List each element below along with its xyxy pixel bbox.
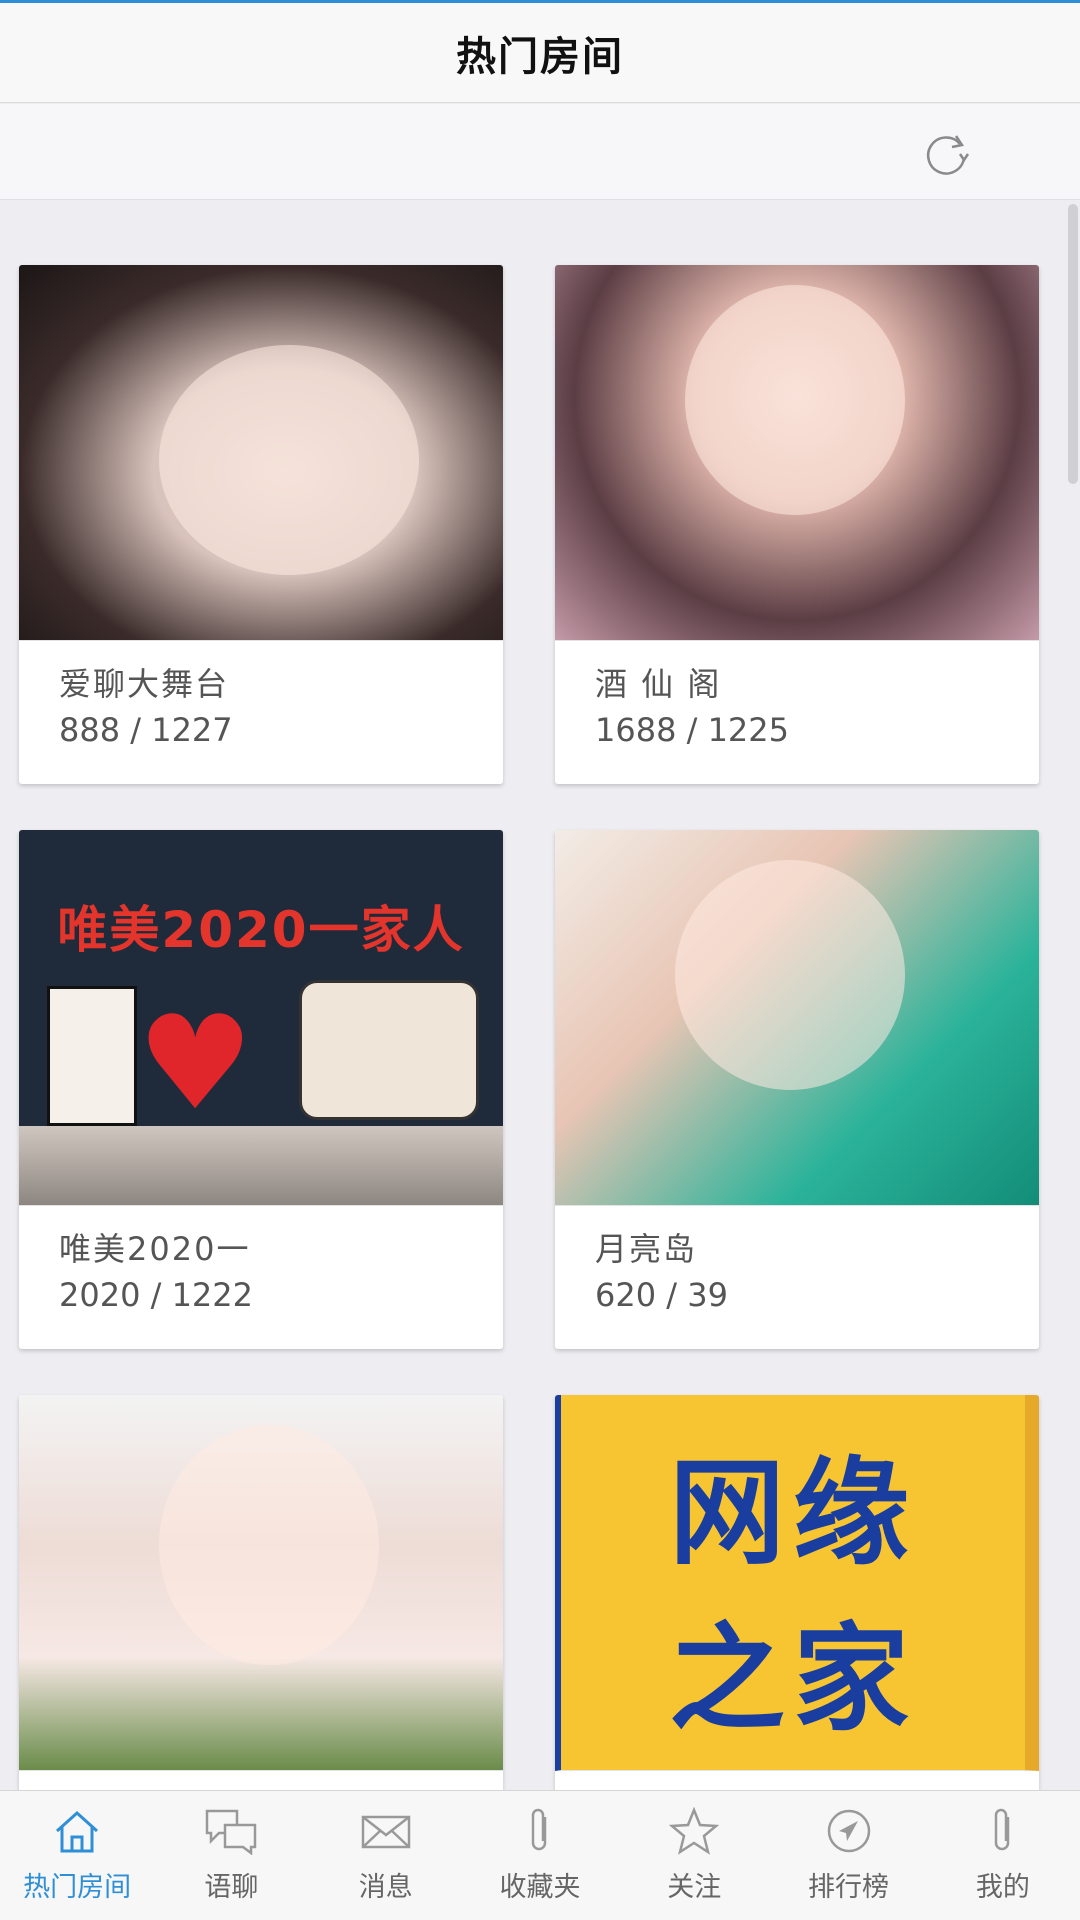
mail-icon [358,1805,414,1857]
room-card[interactable]: 唯美2020一家人 ♥ 唯美2020一 2020 / 1222 [19,830,503,1349]
tab-voice-chat[interactable]: 语聊 [154,1791,308,1920]
paperclip-icon [512,1805,568,1857]
room-name: 爱聊大舞台 [59,665,230,703]
tab-favorites[interactable]: 收藏夹 [463,1791,617,1920]
room-card[interactable]: 网缘 之家 [555,1395,1039,1790]
tab-label: 排行榜 [808,1872,890,1903]
poster-table [19,1126,503,1205]
tab-leaderboard[interactable]: 排行榜 [771,1791,925,1920]
room-cover-image [555,830,1039,1206]
face-highlight [159,1425,379,1665]
room-cover-image: 唯美2020一家人 ♥ [19,830,503,1206]
room-cover-image [555,265,1039,641]
face-highlight [675,860,905,1090]
room-count: 1688 / 1225 [595,711,789,749]
tab-label: 热门房间 [23,1872,132,1903]
room-count: 888 / 1227 [59,711,233,749]
room-card[interactable] [19,1395,503,1790]
room-card[interactable]: 爱聊大舞台 888 / 1227 [19,265,503,784]
refresh-button[interactable] [916,126,976,182]
poster-title: 唯美2020一家人 [57,901,465,959]
star-icon [666,1805,722,1857]
chat-bubbles-icon [203,1805,259,1857]
refresh-icon [926,135,970,175]
home-icon [49,1805,105,1857]
tab-label: 语聊 [204,1872,259,1903]
paperclip-icon [975,1805,1031,1857]
page-title: 热门房间 [456,33,624,80]
poster-line-1: 网缘 [669,1446,917,1581]
face-highlight [159,345,419,575]
toolbar [0,104,1080,200]
heart-icon: ♥ [137,987,254,1139]
room-count: 2020 / 1222 [59,1276,253,1314]
room-cover-image: 网缘 之家 [555,1395,1039,1771]
room-name: 唯美2020一 [59,1230,251,1268]
header-bar: 热门房间 [0,3,1080,103]
room-cover-image [19,265,503,641]
tab-label: 关注 [667,1872,722,1903]
room-card[interactable]: 月亮岛 620 / 39 [555,830,1039,1349]
tab-me[interactable]: 我的 [926,1791,1080,1920]
poster-letter-block [47,986,137,1126]
room-name: 月亮岛 [595,1230,698,1268]
tab-hot-rooms[interactable]: 热门房间 [0,1791,154,1920]
bottom-tab-bar: 热门房间 语聊 消息 收藏夹 关注 排行榜 我的 [0,1790,1080,1920]
face-highlight [685,285,905,515]
scrollbar-thumb[interactable] [1068,204,1078,484]
poster-line-2: 之家 [669,1612,917,1747]
room-cover-image [19,1395,503,1771]
compass-icon [821,1805,877,1857]
room-card[interactable]: 酒 仙 阁 1688 / 1225 [555,265,1039,784]
tab-messages[interactable]: 消息 [309,1791,463,1920]
room-grid: 爱聊大舞台 888 / 1227 酒 仙 阁 1688 / 1225 唯美202… [0,200,1066,1790]
room-name: 酒 仙 阁 [595,665,722,703]
tab-label: 我的 [975,1872,1030,1903]
camera-icon [299,980,479,1120]
tab-label: 消息 [358,1872,413,1903]
tab-label: 收藏夹 [499,1872,581,1903]
tab-follow[interactable]: 关注 [617,1791,771,1920]
room-count: 620 / 39 [595,1276,728,1314]
